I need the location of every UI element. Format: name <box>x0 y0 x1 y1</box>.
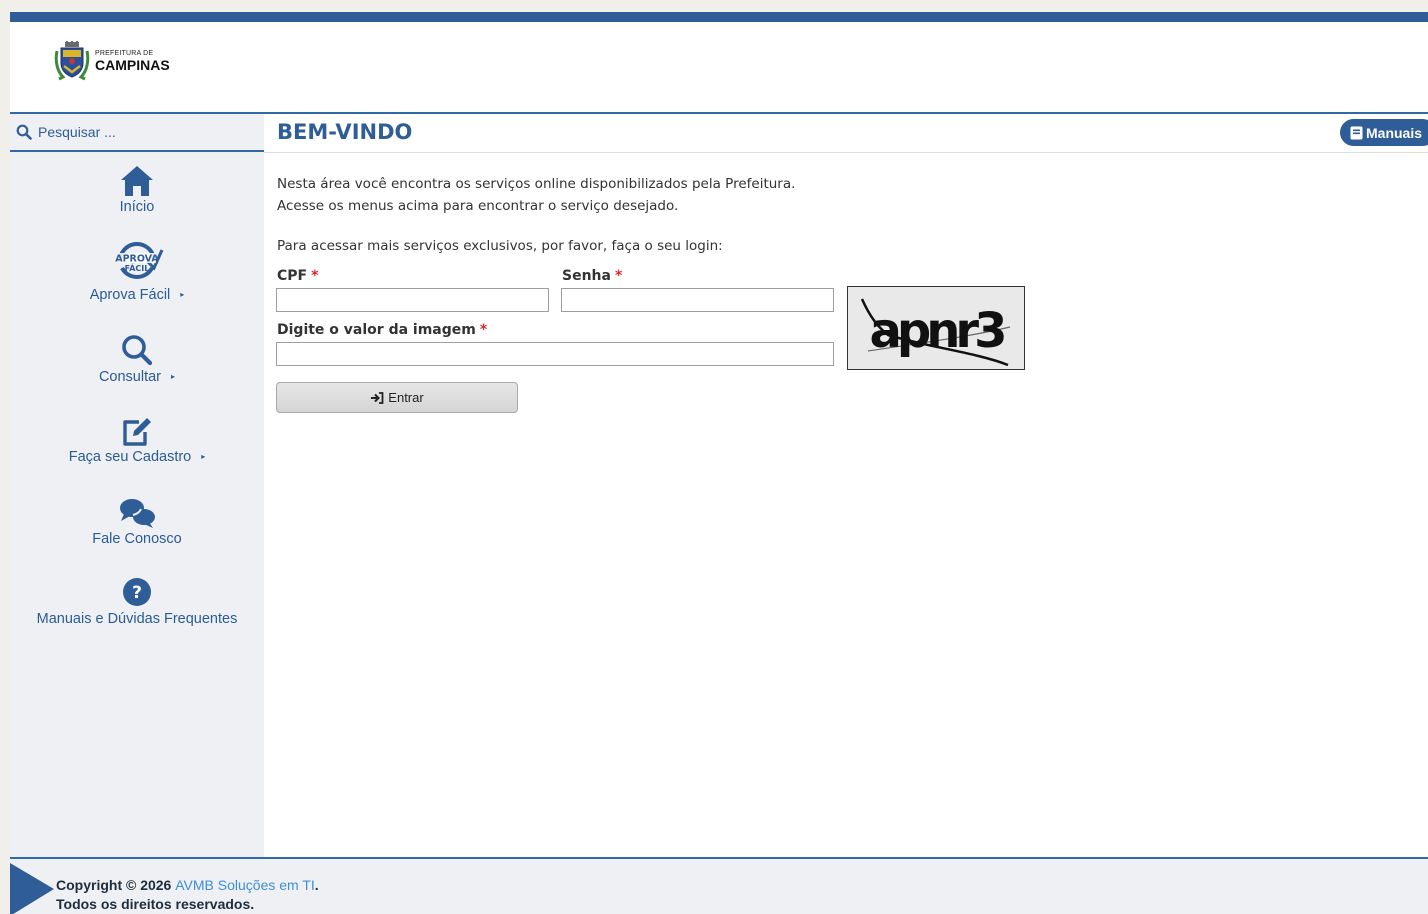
sidebar-item-fale-conosco[interactable]: Fale Conosco <box>10 496 264 548</box>
aprova-facil-icon: APROVA FÁCIL <box>115 242 164 279</box>
manuais-button[interactable]: Manuais <box>1340 119 1428 146</box>
copyright-text: Copyright © 2026 <box>56 877 172 893</box>
logo-title: CAMPINAS <box>95 57 170 73</box>
company-link[interactable]: AVMB Soluções em TI <box>175 877 315 893</box>
sidebar-item-label: Consultar <box>98 369 162 385</box>
captcha-text: apnr3 <box>870 303 1005 359</box>
header: PREFEITURA DE CAMPINAS <box>10 22 1428 114</box>
intro-line: Acesse os menus acima para encontrar o s… <box>277 198 679 214</box>
sidebar-item-label: Faça seu Cadastro <box>68 449 192 465</box>
page-title: BEM-VINDO <box>277 120 413 144</box>
svg-text:APROVA: APROVA <box>115 254 159 265</box>
coat-of-arms-icon <box>54 41 90 81</box>
sidebar-item-manuais[interactable]: ? Manuais e Dúvidas Frequentes <box>10 576 264 628</box>
sidebar-item-inicio[interactable]: Início <box>10 164 264 216</box>
sidebar: Início APROVA FÁCIL Aprova Fácil ▸ <box>10 114 264 857</box>
sidebar-item-cadastro[interactable]: Faça seu Cadastro ▸ <box>10 414 264 466</box>
entrar-button[interactable]: Entrar <box>276 382 518 413</box>
edit-icon <box>123 418 151 446</box>
sidebar-item-label: Aprova Fácil <box>89 287 171 303</box>
footer: Copyright © 2026 AVMB Soluções em TI. To… <box>10 857 1428 914</box>
sidebar-item-label: Manuais e Dúvidas Frequentes <box>36 611 238 627</box>
sidebar-item-consultar[interactable]: Consultar ▸ <box>10 332 264 386</box>
required-mark: * <box>479 322 488 338</box>
manuais-button-label: Manuais <box>1366 124 1423 141</box>
top-bar <box>10 12 1428 22</box>
logo-caption: PREFEITURA DE <box>95 50 154 57</box>
book-icon <box>1350 126 1363 139</box>
submenu-arrow-icon: ▸ <box>180 290 185 299</box>
svg-text:FÁCIL: FÁCIL <box>125 262 150 273</box>
footer-arrow-icon <box>10 863 54 914</box>
svg-text:?: ? <box>132 583 142 603</box>
rights-text: Todos os direitos reservados. <box>56 896 255 912</box>
prefeitura-logo[interactable]: PREFEITURA DE CAMPINAS <box>53 41 170 81</box>
cpf-field[interactable] <box>276 288 549 312</box>
senha-field[interactable] <box>561 288 834 312</box>
captcha-label: Digite o valor da imagem * <box>277 322 488 338</box>
home-icon <box>121 166 153 196</box>
captcha-image: apnr3 <box>847 286 1025 370</box>
footer-text: Copyright © 2026 AVMB Soluções em TI. To… <box>56 876 319 914</box>
entrar-button-label: Entrar <box>388 390 424 405</box>
required-mark: * <box>311 268 319 284</box>
main-header: BEM-VINDO Manuais <box>264 114 1428 153</box>
cpf-label: CPF * <box>277 268 319 284</box>
app-window: PREFEITURA DE CAMPINAS Início <box>10 12 1428 914</box>
question-icon: ? <box>123 578 151 606</box>
search-icon[interactable] <box>16 124 32 140</box>
search-input[interactable] <box>38 124 238 140</box>
sidebar-item-label: Fale Conosco <box>92 531 182 547</box>
chat-icon <box>120 499 155 528</box>
sidebar-item-aprova-facil[interactable]: APROVA FÁCIL Aprova Fácil ▸ <box>10 238 264 304</box>
intro-line: Nesta área você encontra os serviços onl… <box>277 176 796 192</box>
intro-text: Nesta área você encontra os serviços onl… <box>277 173 795 217</box>
sidebar-item-label: Início <box>119 199 155 215</box>
submenu-arrow-icon: ▸ <box>201 452 206 461</box>
sign-in-icon <box>371 391 384 404</box>
senha-label: Senha * <box>562 268 623 284</box>
login-instructions: Para acessar mais serviços exclusivos, p… <box>277 238 723 254</box>
magnifier-icon <box>122 335 153 366</box>
sidebar-search <box>10 114 264 152</box>
required-mark: * <box>614 268 623 284</box>
footer-period: . <box>314 877 319 893</box>
main-content: BEM-VINDO Manuais Nesta área você encont… <box>264 114 1428 857</box>
captcha-field[interactable] <box>276 342 834 366</box>
submenu-arrow-icon: ▸ <box>171 372 176 381</box>
